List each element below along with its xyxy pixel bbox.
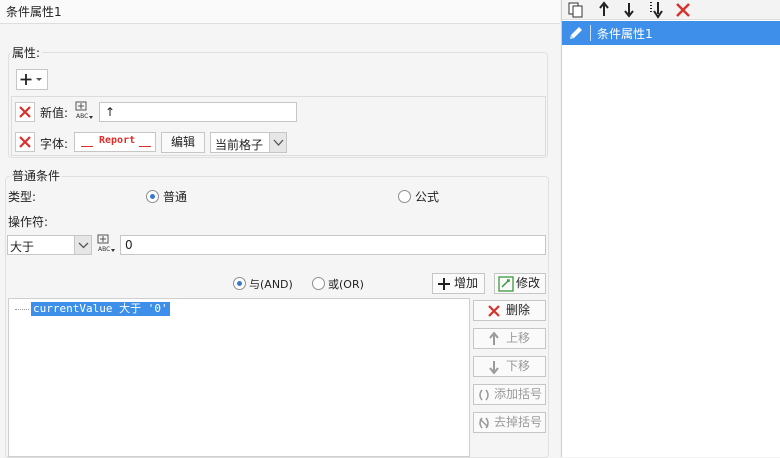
condition-list-panel: 条件属性1 xyxy=(561,0,780,457)
move-bottom-icon[interactable] xyxy=(645,0,665,20)
modify-condition-button[interactable]: 修改 xyxy=(494,273,546,294)
plus-dropdown-icon xyxy=(20,74,42,85)
abc-type-icon[interactable]: ABC xyxy=(74,100,96,122)
operator-label: 操作符: xyxy=(8,215,49,229)
add-bracket-button[interactable]: 添加括号 xyxy=(473,384,546,405)
radio-normal-label[interactable]: 普通 xyxy=(163,188,187,205)
arrow-up-icon[interactable] xyxy=(594,0,614,20)
remove-bracket-icon xyxy=(479,417,489,429)
radio-and-label[interactable]: 与(AND) xyxy=(249,276,293,292)
remove-font-button[interactable] xyxy=(15,132,35,152)
modify-icon xyxy=(498,276,514,292)
list-item[interactable]: 条件属性1 xyxy=(562,21,780,45)
svg-text:ABC: ABC xyxy=(98,246,110,253)
svg-text:ABC: ABC xyxy=(76,113,88,120)
move-down-button[interactable]: 下移 xyxy=(473,356,546,377)
radio-or-label[interactable]: 或(OR) xyxy=(328,276,364,292)
move-up-button[interactable]: 上移 xyxy=(473,328,546,349)
remove-new-value-button[interactable] xyxy=(15,102,35,122)
radio-and[interactable] xyxy=(233,277,246,290)
operand-input[interactable]: 0 xyxy=(120,235,546,255)
radio-normal[interactable] xyxy=(146,190,159,203)
scope-select[interactable]: 当前格子 xyxy=(210,132,287,153)
attributes-legend: 属性: xyxy=(10,44,43,61)
expression-item[interactable]: currentValue 大于 '0' xyxy=(31,302,170,316)
arrow-down-icon xyxy=(489,361,499,374)
abc-type-icon[interactable]: ABC xyxy=(96,233,118,255)
bracket-icon xyxy=(479,389,489,401)
operator-value: 大于 xyxy=(10,240,35,254)
font-preview-text: Report xyxy=(99,135,136,146)
list-item-label: 条件属性1 xyxy=(597,27,653,41)
list-toolbar xyxy=(562,0,780,20)
font-preview: Report xyxy=(74,132,156,152)
title-bar: 条件属性1 xyxy=(0,0,560,24)
edit-pencil-icon xyxy=(567,24,585,42)
tree-line xyxy=(15,309,29,310)
page-title: 条件属性1 xyxy=(6,5,62,19)
edit-font-button[interactable]: 编辑 xyxy=(161,132,205,153)
condition-legend: 普通条件 xyxy=(10,167,63,184)
radio-formula[interactable] xyxy=(398,190,411,203)
scope-value: 当前格子 xyxy=(215,138,264,152)
condition-editor-panel: 条件属性1 属性: 新值: ABC ↑ 字体: Report 编辑 当前格子 普… xyxy=(0,0,560,458)
expression-list[interactable]: currentValue 大于 '0' xyxy=(8,298,470,457)
arrow-down-icon[interactable] xyxy=(619,0,639,20)
delete-icon[interactable] xyxy=(673,0,693,20)
new-value-input[interactable]: ↑ xyxy=(99,102,297,122)
plus-icon xyxy=(438,278,450,290)
close-icon xyxy=(19,136,31,148)
arrow-up-icon xyxy=(489,332,499,345)
chevron-down-icon xyxy=(269,133,286,152)
radio-formula-label[interactable]: 公式 xyxy=(415,188,439,205)
delete-button[interactable]: 删除 xyxy=(473,300,546,321)
close-icon xyxy=(19,106,31,118)
remove-bracket-button[interactable]: 去掉括号 xyxy=(473,412,546,433)
add-condition-button[interactable]: 增加 xyxy=(432,273,485,294)
type-label: 类型: xyxy=(8,190,37,204)
operator-select[interactable]: 大于 xyxy=(7,235,92,255)
radio-or[interactable] xyxy=(312,277,325,290)
chevron-down-icon xyxy=(74,236,91,254)
new-value-label: 新值: xyxy=(40,106,69,120)
copy-icon[interactable] xyxy=(566,0,586,20)
add-attribute-button[interactable] xyxy=(16,69,48,90)
font-label: 字体: xyxy=(40,137,69,151)
close-icon xyxy=(488,305,500,317)
